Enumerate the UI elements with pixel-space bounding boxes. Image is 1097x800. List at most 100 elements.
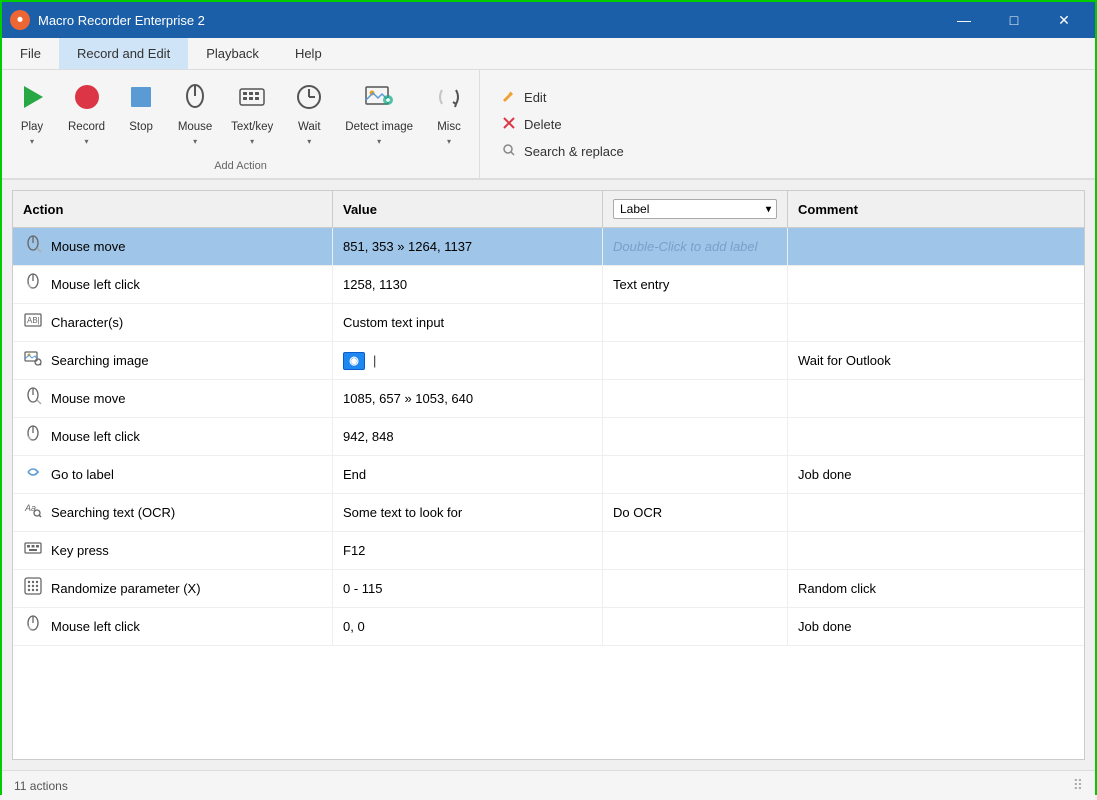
maximize-button[interactable]: □ [991,2,1037,38]
record-arrow-icon: ▾ [85,137,89,146]
td-value: 1258, 1130 [333,266,603,303]
textkey-icon [237,82,267,117]
label-dropdown[interactable]: Label Group Tag [613,199,777,219]
table-row[interactable]: AaSearching text (OCR)Some text to look … [13,494,1084,532]
add-action-label: Add Action [6,156,475,178]
characters-row-icon: AB| [23,311,43,334]
delete-icon [502,116,516,133]
menu-item-help[interactable]: Help [277,38,340,69]
table-row[interactable]: Mouse move 1085, 657 » 1053, 640 [13,380,1084,418]
table-row[interactable]: Mouse left click 1258, 1130 Text entry [13,266,1084,304]
action-text: Mouse left click [51,277,140,292]
table-row[interactable]: Mouse left click942, 848 [13,418,1084,456]
td-action: AB|Character(s) [13,304,333,341]
table-row[interactable]: Mouse left click 0, 0 Job done [13,608,1084,646]
td-label[interactable]: Double-Click to add label [603,228,788,265]
th-comment: Comment [788,191,1084,227]
td-value: 942, 848 [333,418,603,455]
th-value-label: Value [343,202,377,217]
ribbon-right-search-replace[interactable]: Search & replace [496,140,1079,163]
misc-icon [434,82,464,117]
menu-item-file[interactable]: File [2,38,59,69]
mouse-move-row-icon [23,387,43,410]
td-label [603,608,788,645]
th-label[interactable]: Label Group Tag [603,191,788,227]
table-row[interactable]: Key pressF12 [13,532,1084,570]
table-row[interactable]: Mouse move 851, 353 » 1264, 1137 Double-Cl… [13,228,1084,266]
ribbon-btn-record[interactable]: Record▾ [60,76,113,148]
value-text: 851, 353 » 1264, 1137 [343,239,472,254]
table-body: Mouse move 851, 353 » 1264, 1137 Double-Cl… [13,228,1084,759]
td-value: Some text to look for [333,494,603,531]
td-comment: Job done [788,608,1084,645]
close-button[interactable]: ✕ [1041,2,1087,38]
td-value: Custom text input [333,304,603,341]
action-text: Searching text (OCR) [51,505,175,520]
value-text: Custom text input [343,315,444,330]
resize-grip-icon: ⠿ [1073,777,1083,794]
window-controls: — □ ✕ [941,2,1087,38]
key-press-row-icon [23,539,43,562]
td-comment: Random click [788,570,1084,607]
td-comment [788,418,1084,455]
ribbon-right-edit[interactable]: Edit [496,86,1079,109]
svg-text:AB|: AB| [27,316,40,325]
ribbon-btn-wait[interactable]: Wait▾ [283,76,335,148]
wait-arrow-icon: ▾ [307,137,311,146]
comment-text: Job done [798,467,852,482]
mouse-arrow-icon: ▾ [193,137,197,146]
td-label[interactable]: Text entry [603,266,788,303]
table-row[interactable]: Searching image◉|Wait for Outlook [13,342,1084,380]
textkey-btn-label: Text/key [231,121,273,133]
td-comment [788,380,1084,417]
table-row[interactable]: Randomize parameter (X)0 - 115Random cli… [13,570,1084,608]
ribbon-btn-play[interactable]: Play▾ [6,76,58,148]
value-text: 1085, 657 » 1053, 640 [343,391,473,406]
td-action: Mouse left click [13,266,333,303]
table-row[interactable]: AB|Character(s) Custom text input [13,304,1084,342]
td-label [603,304,788,341]
ribbon-right-delete[interactable]: Delete [496,113,1079,136]
ribbon-right-panel: Edit Delete Search & replace [480,70,1095,178]
search-image-row-icon [23,349,43,372]
th-comment-label: Comment [798,202,858,217]
randomize-row-icon [23,577,43,600]
comment-text: Wait for Outlook [798,353,891,368]
menu-item-record-and-edit[interactable]: Record and Edit [59,38,188,69]
th-action: Action [13,191,333,227]
ribbon-btn-detect-image[interactable]: Detect image▾ [337,76,421,148]
td-label[interactable]: Do OCR [603,494,788,531]
td-action: Searching image [13,342,333,379]
value-text: End [343,467,366,482]
ribbon-btn-mouse[interactable]: Mouse▾ [169,76,221,148]
label-text: Do OCR [613,505,662,520]
table-row[interactable]: Go to label End Job done [13,456,1084,494]
td-action: Mouse move [13,228,333,265]
value-text: 0 - 115 [343,581,383,596]
action-text: Searching image [51,353,149,368]
actions-count: 11 actions [14,779,68,793]
td-action: Mouse move [13,380,333,417]
ribbon-btn-textkey[interactable]: Text/key▾ [223,76,281,148]
actions-table: Action Value Label Group Tag Comment Mou… [12,190,1085,760]
ribbon-btn-stop[interactable]: Stop [115,76,167,135]
td-label [603,570,788,607]
action-text: Mouse move [51,391,125,406]
td-action: Key press [13,532,333,569]
td-comment [788,304,1084,341]
td-action: Mouse left click [13,418,333,455]
td-label [603,342,788,379]
value-text: 1258, 1130 [343,277,407,292]
td-label [603,532,788,569]
action-text: Mouse left click [51,619,140,634]
menu-item-playback[interactable]: Playback [188,38,277,69]
record-icon [72,82,102,117]
td-comment [788,494,1084,531]
td-comment [788,532,1084,569]
value-text: 0, 0 [343,619,365,634]
comment-text: Random click [798,581,876,596]
td-action: Go to label [13,456,333,493]
outlook-image-icon: ◉ [343,352,365,370]
ribbon-btn-misc[interactable]: Misc▾ [423,76,475,148]
minimize-button[interactable]: — [941,2,987,38]
